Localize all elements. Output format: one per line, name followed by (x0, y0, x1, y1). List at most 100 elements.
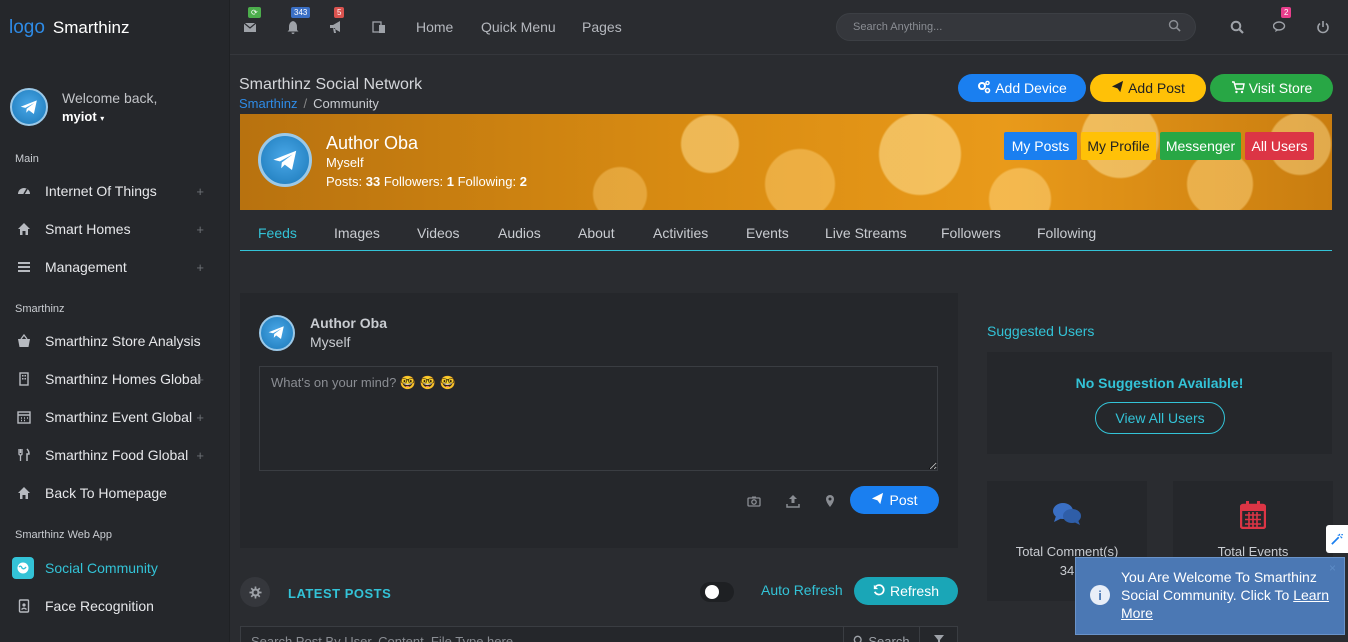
view-all-users-button[interactable]: View All Users (1095, 402, 1225, 434)
add-device-button[interactable]: Add Device (958, 74, 1086, 102)
composer-author-name: Author Oba (310, 315, 387, 331)
expand-icon[interactable]: + (196, 222, 204, 237)
expand-icon[interactable]: + (196, 410, 204, 425)
settings-button[interactable] (240, 577, 270, 607)
suggested-users-title: Suggested Users (987, 323, 1095, 339)
section-main: Main (15, 153, 39, 165)
cogs-icon (977, 80, 991, 97)
brand-name: Smarthinz (52, 18, 130, 37)
add-post-button[interactable]: Add Post (1090, 74, 1206, 102)
breadcrumb: Smarthinz / Community (239, 96, 379, 111)
tab-feeds[interactable]: Feeds (258, 225, 297, 241)
devices-icon (372, 21, 385, 33)
profile-subtitle: Myself (326, 155, 364, 170)
dashboard-icon (17, 184, 31, 198)
suggested-users-panel: No Suggestion Available! View All Users (987, 352, 1332, 454)
announcements-button[interactable]: 5 (329, 7, 345, 36)
tab-about[interactable]: About (578, 225, 615, 241)
refresh-button[interactable]: Refresh (854, 577, 958, 605)
section-web-app: Smarthinz Web App (15, 529, 113, 541)
auto-refresh-toggle[interactable] (700, 582, 734, 602)
auto-refresh-label[interactable]: Auto Refresh (761, 582, 843, 598)
nav-pages-link[interactable]: Pages (582, 19, 622, 35)
brand[interactable]: logo Smarthinz (0, 0, 229, 56)
profile-cover: Author Oba Myself Posts: 33 Followers: 1… (240, 114, 1332, 210)
tab-audios[interactable]: Audios (498, 225, 541, 241)
info-icon: i (1090, 585, 1110, 605)
following-count: 2 (519, 174, 527, 189)
search-toggle-button[interactable] (1230, 20, 1246, 36)
id-badge-icon (17, 599, 31, 613)
sidebar-item-face-recognition[interactable]: Face Recognition (0, 587, 230, 625)
sidebar-item-label: Smarthinz Homes Global (45, 371, 201, 387)
my-posts-button[interactable]: My Posts (1004, 132, 1077, 160)
my-profile-button[interactable]: My Profile (1081, 132, 1156, 160)
search-input[interactable] (837, 14, 1147, 40)
sidebar-item-management[interactable]: Management + (0, 248, 230, 286)
map-marker-icon[interactable] (823, 494, 837, 508)
latest-posts-title: LATEST POSTS (288, 586, 392, 601)
sidebar-item-social-community[interactable]: Social Community (0, 549, 230, 587)
envelope-button[interactable]: ⟳ (243, 7, 261, 36)
toast-message: You Are Welcome To Smarthinz Social Comm… (1121, 569, 1330, 621)
visit-store-button[interactable]: Visit Store (1210, 74, 1333, 102)
tab-live-streams[interactable]: Live Streams (825, 225, 907, 241)
post-textarea[interactable] (259, 366, 938, 471)
post-search-button[interactable]: Search (843, 627, 919, 642)
chat-badge: 2 (1281, 7, 1292, 18)
sidebar-item-homes-global[interactable]: Smarthinz Homes Global + (0, 360, 230, 398)
user-menu[interactable]: myiot ▾ (62, 109, 157, 124)
sidebar-item-label: Face Recognition (45, 598, 154, 614)
no-suggestion-text: No Suggestion Available! (1075, 375, 1244, 391)
sidebar-item-internet-of-things[interactable]: Internet Of Things + (0, 172, 230, 210)
sidebar-item-smart-homes[interactable]: Smart Homes + (0, 210, 230, 248)
breadcrumb-current: Community (313, 96, 379, 111)
sidebar-item-label: Smart Homes (45, 221, 131, 237)
followers-count: 1 (446, 174, 454, 189)
power-button[interactable] (1316, 20, 1332, 36)
profile-stats: Posts: 33 Followers: 1 Following: 2 (326, 174, 527, 189)
expand-icon[interactable]: + (196, 184, 204, 199)
refresh-small-icon: ⟳ (251, 8, 258, 17)
post-search-input[interactable] (241, 627, 841, 642)
avatar[interactable] (10, 88, 48, 126)
sidebar-item-food-global[interactable]: Smarthinz Food Global + (0, 436, 230, 474)
close-icon[interactable]: × (1329, 561, 1336, 575)
expand-icon[interactable]: + (196, 448, 204, 463)
tab-activities[interactable]: Activities (653, 225, 708, 241)
expand-icon[interactable]: + (196, 260, 204, 275)
tab-images[interactable]: Images (334, 225, 380, 241)
tab-videos[interactable]: Videos (417, 225, 460, 241)
tab-followers[interactable]: Followers (941, 225, 1001, 241)
telegram-icon (20, 100, 37, 114)
sidebar-item-event-global[interactable]: Smarthinz Event Global + (0, 398, 230, 436)
nav-home-link[interactable]: Home (416, 19, 453, 35)
upload-icon[interactable] (786, 494, 800, 508)
composer-author-subtitle: Myself (310, 334, 351, 350)
envelope-badge: ⟳ (248, 7, 261, 18)
notifications-button[interactable]: 343 (286, 7, 311, 36)
post-button[interactable]: Post (850, 486, 939, 514)
customizer-button[interactable] (1326, 525, 1348, 553)
posts-count: 33 (365, 174, 381, 189)
expand-icon[interactable]: + (196, 372, 204, 387)
sidebar-item-label: Smarthinz Store Analysis (45, 333, 201, 349)
chat-button[interactable]: 2 (1272, 7, 1292, 36)
welcome-toast[interactable]: i You Are Welcome To Smarthinz Social Co… (1075, 557, 1345, 635)
messenger-button[interactable]: Messenger (1160, 132, 1241, 160)
filter-button[interactable] (919, 627, 959, 642)
tab-following[interactable]: Following (1037, 225, 1096, 241)
undo-icon (873, 583, 885, 599)
list-icon (17, 260, 31, 274)
magic-wand-icon (1331, 533, 1343, 545)
breadcrumb-link[interactable]: Smarthinz (239, 96, 298, 111)
nav-quick-menu-link[interactable]: Quick Menu (481, 19, 556, 35)
profile-avatar[interactable] (258, 133, 312, 187)
camera-icon[interactable] (747, 494, 761, 508)
all-users-button[interactable]: All Users (1245, 132, 1314, 160)
sidebar-item-store-analysis[interactable]: Smarthinz Store Analysis (0, 322, 230, 360)
sidebar-item-back-to-homepage[interactable]: Back To Homepage (0, 474, 230, 512)
devices-button[interactable] (372, 20, 388, 36)
search-icon[interactable] (1168, 19, 1181, 35)
tab-events[interactable]: Events (746, 225, 789, 241)
